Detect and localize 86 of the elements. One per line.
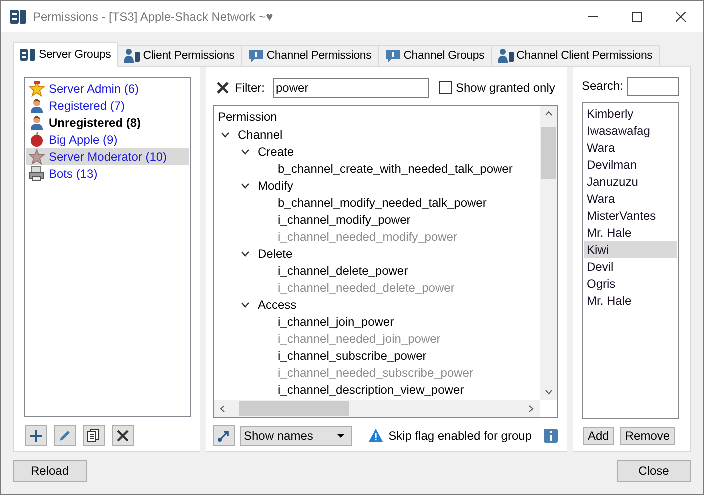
filter-label: Filter: [235, 80, 265, 94]
scroll-right-icon [529, 404, 534, 412]
scroll-left-icon [220, 404, 225, 412]
client-item[interactable]: Wara [584, 190, 677, 207]
scroll-up-icon [544, 111, 552, 116]
scroll-down-icon [544, 390, 552, 395]
group-item[interactable]: Bots (13) [26, 165, 189, 182]
client-item[interactable]: Mr. Hale [584, 292, 677, 309]
person-icon [496, 48, 515, 64]
client-item[interactable]: Ogris [584, 275, 677, 292]
remove-button[interactable]: Remove [620, 426, 676, 444]
add-group-button[interactable] [25, 425, 47, 446]
group-item[interactable]: Unregistered (8) [26, 114, 189, 131]
person-icon [29, 98, 45, 114]
group-item[interactable]: Big Apple (9) [26, 131, 189, 148]
chevron-down-icon[interactable] [241, 182, 250, 188]
show-granted-label: Show granted only [456, 80, 556, 94]
show-granted-checkbox[interactable] [439, 81, 452, 94]
speech-bubble-icon [246, 48, 265, 64]
client-item[interactable]: Wara [584, 139, 677, 156]
scrollbar-thumb [541, 127, 556, 179]
permission-item[interactable]: b_channel_create_with_needed_talk_power [278, 162, 513, 176]
copy-icon [87, 428, 101, 442]
group-item[interactable]: Registered (7) [26, 97, 189, 114]
column-header: Permission [218, 110, 278, 124]
tree-item[interactable]: Channel [238, 128, 283, 142]
tab[interactable]: Channel Client Permissions [490, 45, 660, 66]
reload-button[interactable]: Reload [13, 460, 87, 482]
permission-item[interactable]: i_channel_join_power [278, 314, 394, 328]
plus-icon [29, 428, 43, 442]
group-item[interactable]: Server Moderator (10) [26, 148, 189, 165]
pencil-icon [58, 428, 72, 442]
x-icon [116, 428, 130, 442]
tree-item[interactable]: Create [258, 144, 294, 158]
chevron-down-icon[interactable] [241, 250, 250, 256]
client-item[interactable]: Iwasawafag [584, 122, 677, 139]
star-icon [29, 148, 45, 164]
star-icon [29, 80, 45, 96]
skip-flag-notice: Skip flag enabled for group [388, 428, 532, 442]
permission-item[interactable]: b_channel_modify_needed_talk_power [278, 196, 487, 210]
client-item[interactable]: Kimberly [584, 105, 677, 122]
person-icon [123, 48, 142, 64]
caret-icon [337, 434, 345, 438]
client-item[interactable]: MisterVantes [584, 207, 677, 224]
permission-item[interactable]: i_channel_subscribe_power [278, 348, 427, 362]
tree-item[interactable]: Delete [258, 246, 293, 260]
person-icon [29, 114, 45, 130]
tab[interactable]: Channel Permissions [240, 45, 379, 66]
permission-item[interactable]: i_channel_delete_power [278, 264, 408, 278]
chevron-down-icon[interactable] [241, 302, 250, 308]
tree-item[interactable]: Modify [258, 178, 294, 192]
tab[interactable]: Channel Groups [378, 45, 492, 66]
clear-filter-icon[interactable] [217, 82, 229, 94]
group-item[interactable]: Server Admin (6) [26, 80, 189, 97]
permission-item[interactable]: i_channel_description_view_power [278, 382, 464, 396]
app-icon [9, 8, 27, 24]
close-icon[interactable] [676, 12, 686, 22]
client-item[interactable]: Mr. Hale [584, 224, 677, 241]
printer-icon [29, 166, 45, 182]
diagonal-arrow-icon [217, 428, 231, 442]
close-button[interactable]: Close [617, 460, 691, 482]
maximize-icon[interactable] [632, 12, 642, 22]
search-label: Search: [582, 79, 624, 93]
tab[interactable]: Client Permissions [117, 45, 242, 66]
client-item[interactable]: Devilman [584, 156, 677, 173]
info-icon[interactable] [544, 428, 558, 442]
apple-icon [29, 132, 45, 148]
permission-item[interactable]: i_channel_modify_power [278, 212, 411, 226]
speech-bubble-icon [384, 48, 402, 64]
copy-group-button[interactable] [83, 425, 105, 446]
chevron-down-icon[interactable] [221, 132, 230, 138]
warning-icon [368, 429, 383, 442]
tree-item[interactable]: Access [258, 298, 297, 312]
client-item[interactable]: Devil [584, 258, 677, 275]
add-button[interactable]: Add [583, 426, 614, 444]
chevron-down-icon[interactable] [241, 148, 250, 154]
delete-group-button[interactable] [112, 425, 134, 446]
client-item[interactable]: Januzuzu [584, 173, 677, 190]
tab[interactable]: Server Groups [13, 42, 118, 67]
window-title: Permissions - [TS3] Apple-Shack Network ~♥ [33, 10, 274, 24]
display-mode-dropdown[interactable]: Show names [240, 426, 352, 446]
client-item[interactable]: Kiwi [584, 241, 677, 258]
expand-button[interactable] [213, 425, 235, 446]
search-field[interactable] [627, 76, 679, 96]
edit-group-button[interactable] [54, 425, 76, 446]
filter-field[interactable]: power [273, 78, 429, 98]
